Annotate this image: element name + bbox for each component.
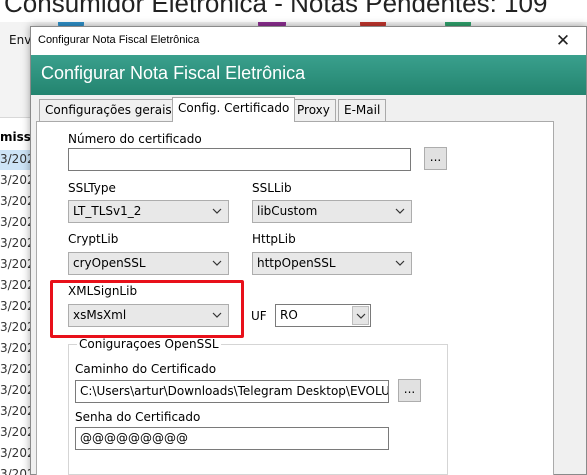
xmlsignlib-label: XMLSignLib (68, 284, 138, 298)
cert-password-input[interactable]: @@@@@@@@@ (75, 427, 389, 450)
uf-value: RO (280, 308, 298, 322)
cert-number-input[interactable] (68, 148, 411, 171)
close-icon[interactable]: ✕ (541, 28, 585, 54)
cert-path-input[interactable]: C:\Users\artur\Downloads\Telegram Deskto… (75, 380, 389, 403)
dialog-header-banner: Configurar Nota Fiscal Eletrônica (31, 55, 586, 95)
cert-path-label: Caminho do Certificado (75, 362, 217, 376)
cert-path-browse-button[interactable]: ... (398, 379, 421, 402)
ssltype-value: LT_TLSv1_2 (73, 204, 142, 218)
ssltype-label: SSLType (68, 181, 116, 195)
cryptlib-label: CryptLib (68, 232, 119, 246)
httplib-select[interactable]: httpOpenSSL (252, 252, 412, 275)
cryptlib-value: cryOpenSSL (73, 256, 146, 270)
ssllib-value: libCustom (257, 204, 318, 218)
dialog-titlebar: Configurar Nota Fiscal Eletrônica ✕ (31, 27, 586, 55)
ssllib-select[interactable]: libCustom (252, 200, 412, 223)
background-window-title: Consumidor Eletrônica - Notas Pendentes:… (0, 0, 587, 22)
cryptlib-select[interactable]: cryOpenSSL (68, 252, 229, 275)
uf-dropdown-button[interactable] (352, 306, 369, 325)
openssl-group-title: Coniguraçoes OpenSSL (77, 337, 221, 351)
uf-select[interactable]: RO (275, 304, 371, 327)
xmlsignlib-value: xsMsXml (73, 308, 127, 322)
dialog-title: Configurar Nota Fiscal Eletrônica (38, 34, 200, 46)
cert-password-label: Senha do Certificado (75, 410, 201, 424)
dropdown-arrow-icon (212, 312, 222, 318)
dropdown-arrow-icon (212, 260, 222, 266)
dropdown-arrow-icon (395, 208, 405, 214)
httplib-label: HttpLib (252, 232, 296, 246)
background-title-text: Consumidor Eletrônica - Notas Pendentes:… (4, 0, 548, 18)
ssllib-label: SSLLib (252, 181, 292, 195)
cert-number-label: Número do certificado (68, 132, 202, 146)
dropdown-arrow-icon (356, 313, 366, 319)
tab-config-certificado[interactable]: Config. Certificado (172, 97, 296, 122)
uf-label: UF (251, 309, 267, 323)
cert-number-browse-button[interactable]: ... (424, 147, 447, 170)
tab-proxy[interactable]: Proxy (291, 99, 336, 121)
dropdown-arrow-icon (212, 208, 222, 214)
ssltype-select[interactable]: LT_TLSv1_2 (68, 200, 229, 223)
dropdown-arrow-icon (395, 260, 405, 266)
xmlsignlib-select[interactable]: xsMsXml (68, 304, 229, 327)
tab-configuracoes-gerais[interactable]: Configurações gerais (39, 99, 178, 121)
httplib-value: httpOpenSSL (257, 256, 336, 270)
tab-email[interactable]: E-Mail (338, 99, 387, 121)
dialog-header-title: Configurar Nota Fiscal Eletrônica (41, 63, 306, 83)
